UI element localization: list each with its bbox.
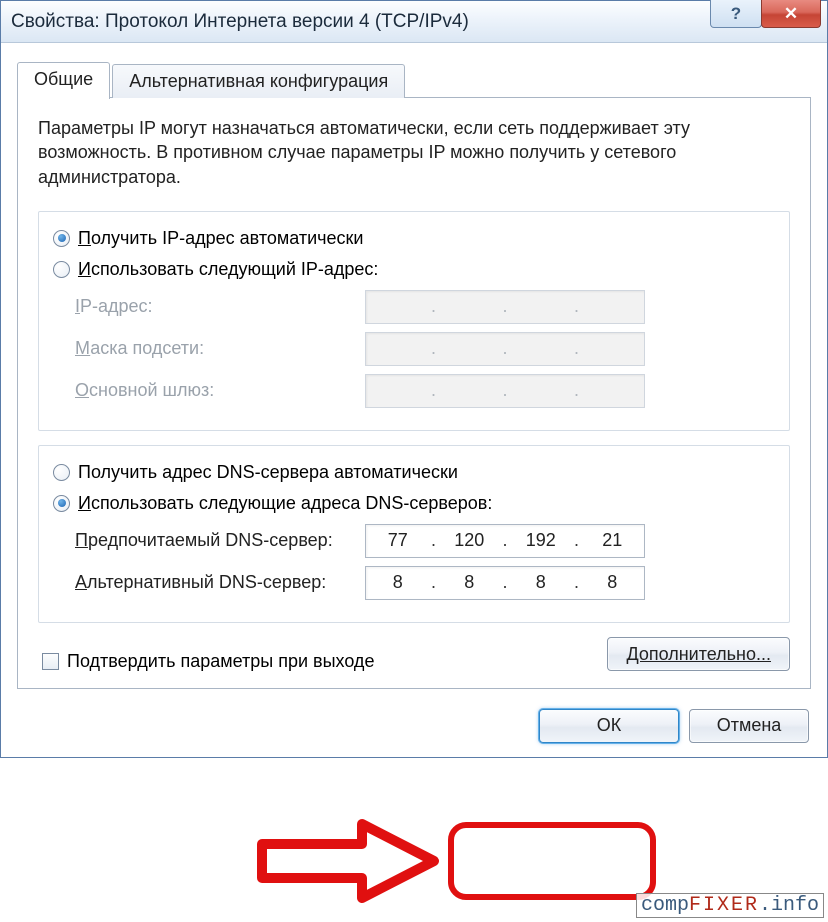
annotation-arrow-right-icon [252,816,442,906]
radio-dns-manual-label: Использовать следующие адреса DNS-сервер… [78,493,492,514]
radio-ip-manual-label: Использовать следующий IP-адрес: [78,259,378,280]
gateway-row: Основной шлюз: ... [75,374,775,408]
radio-icon [53,495,70,512]
confirm-on-exit-row[interactable]: Подтвердить параметры при выходе [42,651,374,672]
watermark: compFIXER.info [636,893,824,918]
subnet-mask-input: ... [365,332,645,366]
window-title: Свойства: Протокол Интернета версии 4 (T… [11,11,827,33]
radio-dns-manual[interactable]: Использовать следующие адреса DNS-сервер… [53,493,775,514]
cancel-button[interactable]: Отмена [689,709,809,743]
preferred-dns-row: Предпочитаемый DNS-сервер: 77. 120. 192.… [75,524,775,558]
confirm-on-exit-label: Подтвердить параметры при выходе [67,651,374,672]
ip-address-row: IP-адрес: ... [75,290,775,324]
advanced-button[interactable]: Дополнительно... [607,637,790,671]
properties-window: Свойства: Протокол Интернета версии 4 (T… [0,0,828,758]
tab-alternate-config[interactable]: Альтернативная конфигурация [112,64,405,98]
tabs: Общие Альтернативная конфигурация [17,61,811,98]
footer-row: Подтвердить параметры при выходе Дополни… [38,637,790,672]
preferred-dns-input[interactable]: 77. 120. 192. 21 [365,524,645,558]
ip-group: Получить IP-адрес автоматически Использо… [38,211,790,431]
dialog-buttons: ОК Отмена [17,709,811,743]
ok-button[interactable]: ОК [539,709,679,743]
question-icon: ? [731,4,741,24]
radio-icon [53,230,70,247]
subnet-mask-row: Маска подсети: ... [75,332,775,366]
dns-group: Получить адрес DNS-сервера автоматически… [38,445,790,623]
tab-general[interactable]: Общие [17,62,110,99]
close-button[interactable]: ✕ [761,0,821,28]
titlebar: Свойства: Протокол Интернета версии 4 (T… [1,1,827,43]
annotation-ok-highlight [448,822,656,900]
help-button[interactable]: ? [710,0,762,28]
client-area: Общие Альтернативная конфигурация Параме… [1,43,827,757]
radio-ip-auto[interactable]: Получить IP-адрес автоматически [53,228,775,249]
gateway-input: ... [365,374,645,408]
ip-address-input: ... [365,290,645,324]
radio-icon [53,261,70,278]
radio-dns-auto-label: Получить адрес DNS-сервера автоматически [78,462,458,483]
radio-icon [53,464,70,481]
radio-dns-auto[interactable]: Получить адрес DNS-сервера автоматически [53,462,775,483]
alternate-dns-row: Альтернативный DNS-сервер: 8. 8. 8. 8 [75,566,775,600]
alternate-dns-input[interactable]: 8. 8. 8. 8 [365,566,645,600]
tab-panel-general: Параметры IP могут назначаться автоматич… [17,97,811,689]
radio-ip-auto-label: Получить IP-адрес автоматически [78,228,364,249]
radio-ip-manual[interactable]: Использовать следующий IP-адрес: [53,259,775,280]
checkbox-icon [42,653,59,670]
intro-text: Параметры IP могут назначаться автоматич… [38,116,790,189]
close-icon: ✕ [784,4,798,24]
